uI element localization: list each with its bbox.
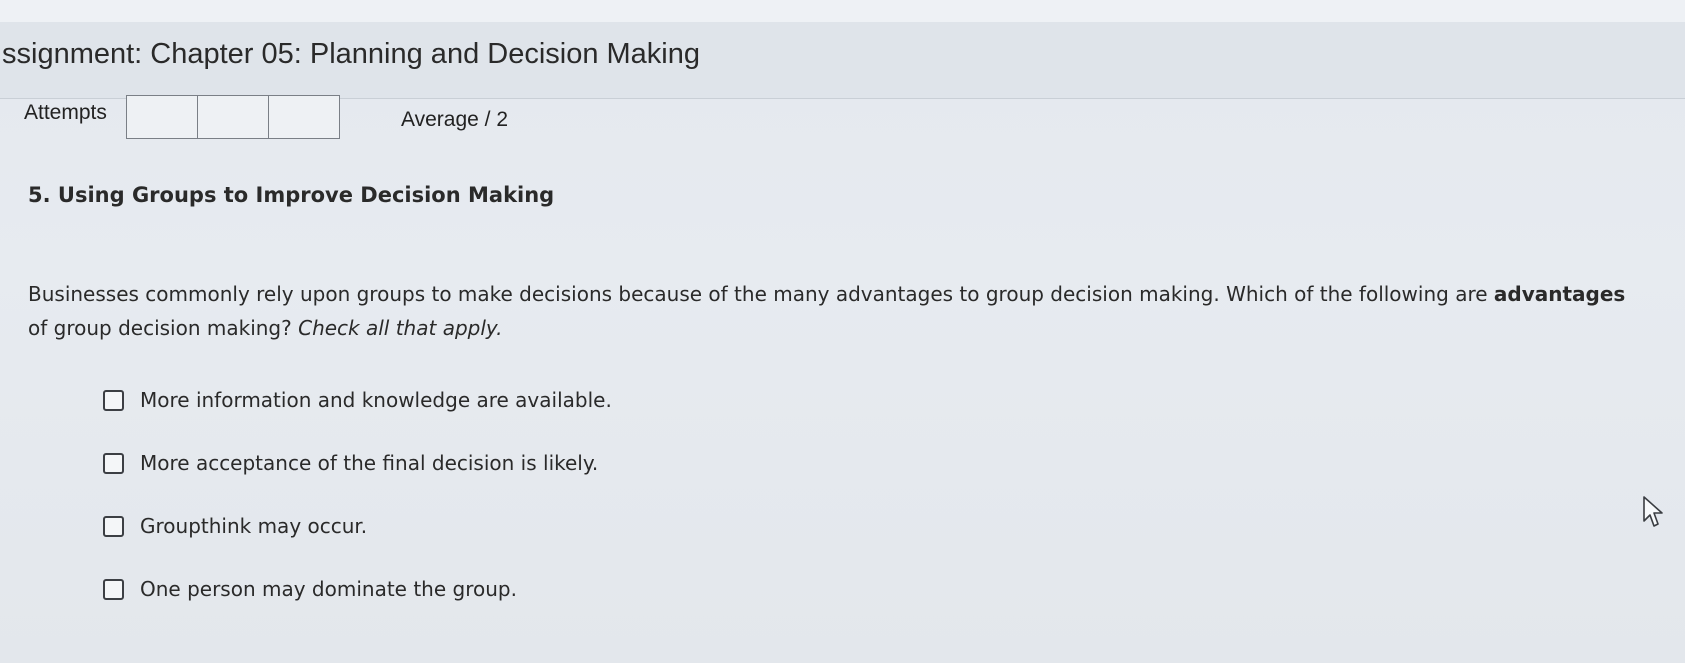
question-text-part2: of group decision making? (28, 316, 299, 340)
question-heading: 5. Using Groups to Improve Decision Maki… (28, 183, 555, 207)
attempt-box-3 (269, 96, 339, 138)
option-more-acceptance[interactable]: More acceptance of the final decision is… (103, 448, 612, 478)
question-instruction: Check all that apply. (298, 316, 503, 340)
option-label[interactable]: More acceptance of the final decision is… (140, 451, 598, 475)
attempts-indicator (126, 95, 340, 139)
checkbox-icon[interactable] (103, 452, 124, 474)
attempt-box-1 (127, 96, 198, 138)
attempt-box-2 (198, 96, 269, 138)
option-groupthink[interactable]: Groupthink may occur. (103, 511, 612, 541)
checkbox-icon[interactable] (103, 389, 124, 411)
option-more-information[interactable]: More information and knowledge are avail… (103, 385, 612, 415)
average-score: Average / 2 (401, 108, 509, 131)
page-title: ssignment: Chapter 05: Planning and Deci… (2, 38, 701, 70)
option-label[interactable]: More information and knowledge are avail… (140, 388, 612, 412)
option-one-person-dominates[interactable]: One person may dominate the group. (103, 574, 612, 604)
question-prompt: Businesses commonly rely upon groups to … (28, 277, 1628, 345)
mouse-pointer-icon (1643, 496, 1663, 527)
option-label[interactable]: One person may dominate the group. (140, 577, 517, 601)
attempts-label: Attempts (24, 101, 107, 124)
question-text-bold: advantages (1493, 282, 1626, 306)
checkbox-icon[interactable] (103, 578, 124, 600)
checkbox-icon[interactable] (103, 515, 124, 537)
top-strip (0, 0, 1685, 22)
question-text-part1: Businesses commonly rely upon groups to … (28, 282, 1494, 306)
answer-options: More information and knowledge are avail… (103, 385, 612, 637)
option-label[interactable]: Groupthink may occur. (140, 514, 367, 538)
